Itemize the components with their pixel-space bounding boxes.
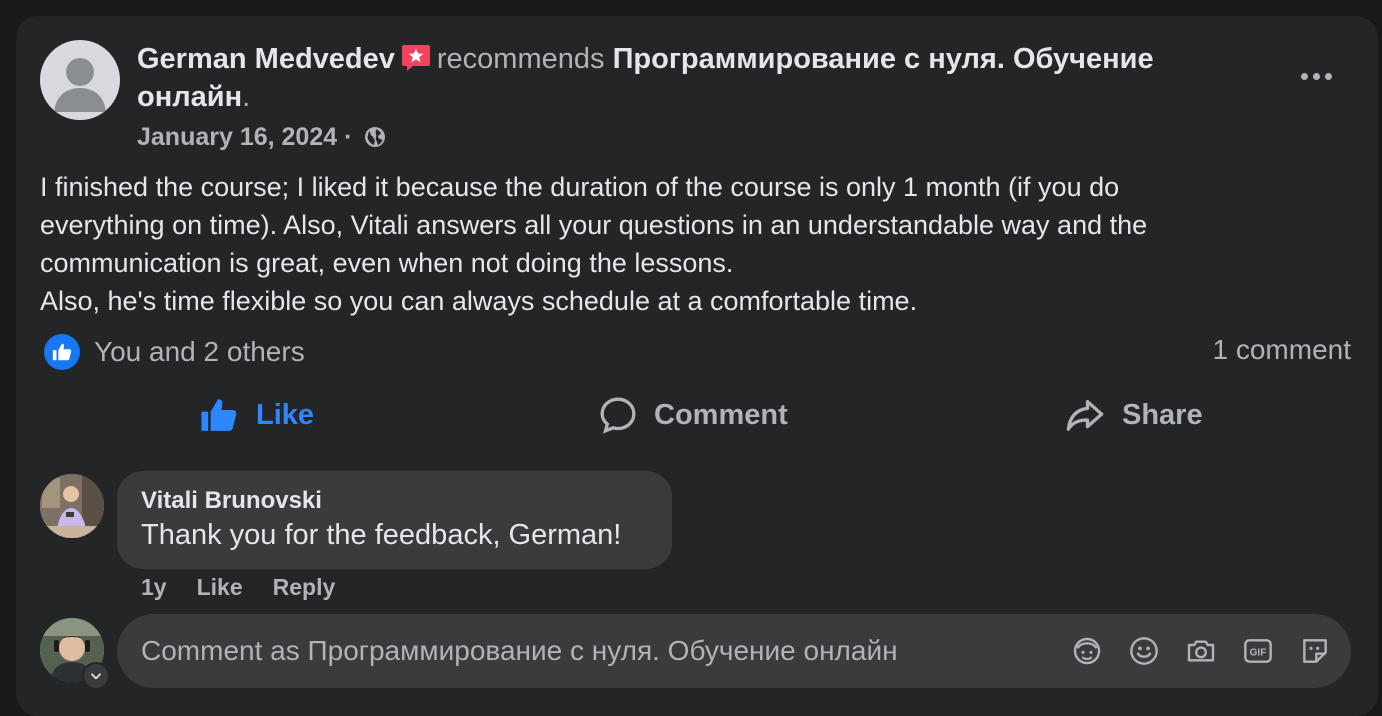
comment-count[interactable]: 1 comment (1213, 334, 1352, 366)
recommends-label: recommends (436, 43, 605, 75)
globe-icon[interactable] (363, 124, 387, 148)
post-card: German Medvedev recommends Программирова… (16, 16, 1378, 716)
reactions-label: You and 2 others (94, 336, 305, 367)
post-body: I finished the course; I liked it becaus… (40, 168, 1350, 320)
post-body-line: everything on time). Also, Vitali answer… (40, 210, 1148, 240)
commenter-avatar[interactable] (40, 474, 104, 538)
post-body-line: communication is great, even when not do… (40, 248, 734, 278)
comment-input[interactable] (141, 632, 1041, 670)
thumbs-up-icon (201, 399, 237, 431)
author-avatar[interactable] (40, 40, 120, 120)
header-period: . (242, 81, 251, 113)
share-label: Share (1122, 398, 1203, 431)
comment-reply-link[interactable]: Reply (273, 574, 336, 601)
post-date[interactable]: January 16, 2024 (137, 123, 337, 151)
comment-bubble-icon (600, 397, 636, 434)
svg-text:GIF: GIF (1250, 647, 1267, 658)
post-meta: January 16, 2024 · (137, 120, 387, 154)
sticker-icon[interactable] (1299, 633, 1331, 669)
commenter-name[interactable]: Vitali Brunovski (141, 487, 322, 515)
share-arrow-icon (1066, 400, 1104, 431)
comment-bubble: Vitali Brunovski Thank you for the feedb… (117, 471, 672, 569)
recommend-star-icon (401, 44, 431, 72)
more-dot-icon (1300, 72, 1308, 80)
comment-button[interactable]: Comment (598, 390, 788, 440)
meta-separator: · (344, 123, 353, 151)
comment-like-link[interactable]: Like (197, 574, 243, 601)
like-reaction-icon (44, 334, 80, 370)
chevron-down-icon (91, 673, 101, 680)
camera-icon[interactable] (1185, 633, 1217, 669)
comment-text: Thank you for the feedback, German! (141, 519, 622, 551)
comment-label: Comment (654, 398, 788, 431)
more-dot-icon (1324, 72, 1332, 80)
emoji-icon[interactable] (1128, 633, 1160, 669)
more-dot-icon (1312, 72, 1320, 80)
post-body-line: Also, he's time flexible so you can alwa… (40, 286, 918, 316)
share-button[interactable]: Share (1064, 390, 1203, 440)
reactions-summary[interactable]: You and 2 others (44, 334, 305, 370)
default-avatar-icon (54, 58, 106, 112)
gif-icon[interactable]: GIF (1242, 633, 1274, 669)
profile-switch-button[interactable] (82, 662, 110, 690)
more-options-button[interactable] (1288, 62, 1344, 90)
comment-composer: GIF (117, 614, 1351, 688)
avatar-sticker-icon[interactable] (1071, 633, 1103, 669)
post-header: German Medvedev recommends Программирова… (137, 40, 1237, 116)
author-name[interactable]: German Medvedev (137, 43, 395, 75)
like-label: Like (256, 398, 315, 431)
like-button[interactable]: Like (198, 390, 314, 440)
profile-photo (40, 474, 104, 538)
post-body-line: I finished the course; I liked it becaus… (40, 172, 1120, 202)
composer-toolbar: GIF (1071, 633, 1331, 669)
comment-actions: 1y Like Reply (141, 574, 335, 601)
comment-timestamp[interactable]: 1y (141, 574, 167, 601)
